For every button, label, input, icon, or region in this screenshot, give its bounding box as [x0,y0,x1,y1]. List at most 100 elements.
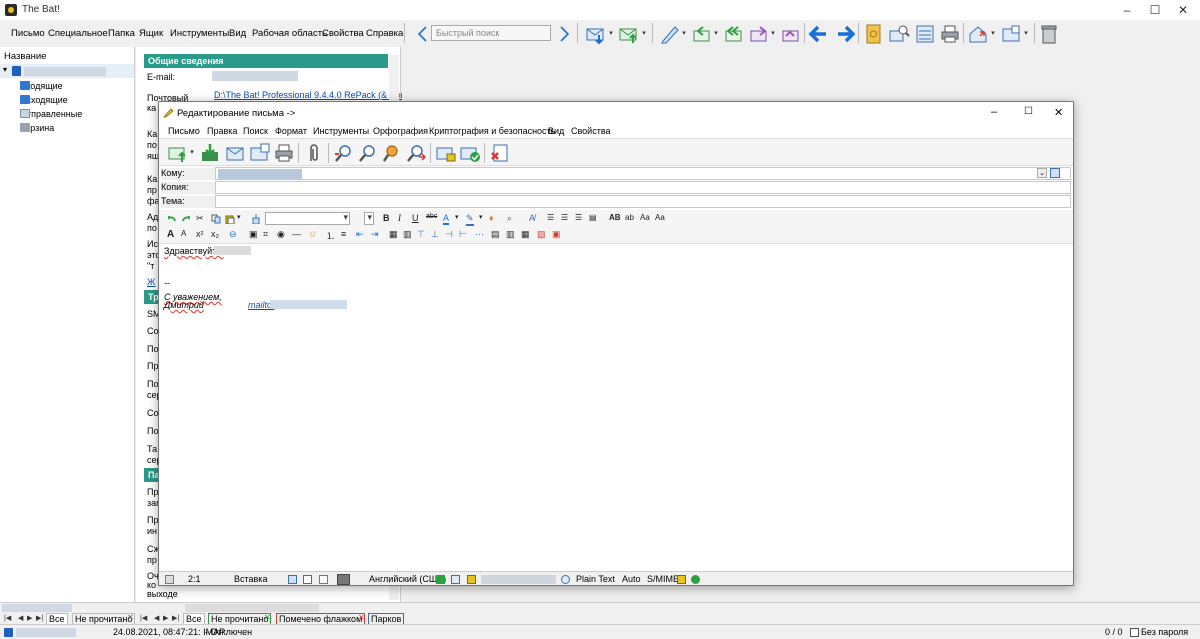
maximize-button[interactable]: ☐ [1140,2,1170,18]
move-to-folder-icon[interactable] [1000,23,1022,45]
left-scrollbar-redacted[interactable] [2,604,72,612]
font-color-dropdown-icon[interactable]: ▾ [455,213,459,221]
folder-home-icon[interactable] [967,23,989,45]
move-folder-dropdown-icon[interactable]: ▾ [1022,23,1030,45]
editor-menu-edit[interactable]: Правка [207,126,237,136]
insert-quote-icon[interactable] [333,142,355,164]
next-message-arrow-icon[interactable] [834,23,856,45]
spell-options-icon[interactable] [319,575,328,584]
italic-button[interactable]: I [398,213,401,223]
previous-message-arrow-icon[interactable] [808,23,830,45]
text-mode-icon[interactable] [288,575,297,584]
zoom-icon[interactable]: ⌕ [507,213,512,224]
receive-dropdown-icon[interactable]: ▾ [607,23,615,45]
tab-last-arrow-icon[interactable]: ▶| [172,614,179,622]
message-list-icon[interactable] [914,23,936,45]
reply-dropdown-icon[interactable]: ▾ [712,23,720,45]
menu-workspace[interactable]: Рабочая область [252,28,327,39]
delete-table-icon[interactable]: ▧ [537,229,546,240]
outdent-icon[interactable]: ⇤ [356,229,364,240]
numbered-list-icon[interactable]: ⒈ [326,229,335,242]
insert-row-above-icon[interactable]: ⊤ [417,229,425,240]
save-to-outbox-icon[interactable] [199,142,221,164]
print-icon[interactable] [939,23,961,45]
info-link[interactable]: Ж [147,277,155,287]
insert-table-icon[interactable]: ▦ [389,229,398,240]
quick-search-input[interactable]: Быстрый поиск [431,25,551,41]
auto-codepage[interactable]: Auto [622,574,641,584]
html-mode-icon[interactable] [303,575,312,584]
crop-icon[interactable]: ⌗ [263,229,268,240]
split-cell-icon[interactable]: ▥ [506,229,515,240]
editor-menu-tools[interactable]: Инструменты [313,126,369,136]
copy-icon[interactable] [211,214,221,224]
horizontal-line-icon[interactable]: — [292,229,301,239]
editor-close-button[interactable]: ✕ [1054,106,1063,119]
account-row[interactable]: ▾ [0,64,134,78]
find-message-icon[interactable] [888,23,910,45]
tab-next-arrow-icon[interactable]: ▶ [27,614,32,622]
find-next-icon[interactable] [405,142,427,164]
sign-letter-icon[interactable] [459,142,481,164]
mid-scrollbar[interactable] [185,604,319,612]
menu-special[interactable]: Специальное [48,28,108,39]
editor-menu-crypto[interactable]: Криптография и безопасность [429,126,555,136]
highlight-dropdown-icon[interactable]: ▾ [479,213,483,221]
justify-icon[interactable]: ▤ [589,213,597,222]
tab-first-arrow-icon[interactable]: |◀ [4,614,11,622]
editor-menu-format[interactable]: Формат [275,126,307,136]
send-mail-icon[interactable] [618,23,640,45]
insert-picture-icon[interactable]: ▣ [249,229,258,240]
editor-maximize-button[interactable]: ☐ [1024,106,1033,117]
merge-cells-icon[interactable]: ▤ [491,229,500,240]
insert-object-icon[interactable]: ◉ [277,229,285,240]
address-book-icon[interactable] [862,23,884,45]
folder-inbox[interactable]: Входящие [20,81,63,91]
address-book-icon[interactable] [1050,168,1060,178]
reply-icon[interactable] [691,23,713,45]
folder-sent[interactable]: Отправленные [20,109,82,119]
save-draft-icon[interactable] [249,142,271,164]
receive-mail-icon[interactable] [585,23,607,45]
trash-icon[interactable] [1038,23,1060,45]
folder-outbox[interactable]: Исходящие [20,95,68,105]
to-field[interactable] [215,167,1071,180]
clear-format-icon[interactable]: A̸ [529,213,535,223]
close-button[interactable]: ✕ [1168,2,1198,18]
table-properties-icon[interactable]: ▥ [403,229,412,240]
shrink-font-icon[interactable]: A [181,229,186,238]
paste-dropdown-icon[interactable]: ▾ [237,213,241,221]
encrypt-letter-icon[interactable] [435,142,457,164]
send-dropdown-icon[interactable]: ▾ [640,23,648,45]
cc-field[interactable] [215,181,1071,194]
globe-status-icon[interactable] [561,575,570,584]
close-tab-icon[interactable]: ✕ [127,613,134,622]
close-tab-icon[interactable]: ✕ [264,613,271,622]
superscript-icon[interactable]: x² [196,229,204,239]
sentence-case-icon[interactable]: Aa [640,213,650,222]
spellcheck-toggle-icon[interactable] [337,574,350,585]
uppercase-icon[interactable]: AB [609,213,621,222]
bullet-list-icon[interactable]: ≡ [341,229,346,239]
delete-cell-icon[interactable]: ▣ [552,229,561,240]
tab-last-arrow-icon[interactable]: ▶| [36,614,43,622]
message-body-editor[interactable]: Здравствуйте, -- С уважением, Дмитрий ma… [159,244,1073,571]
indent-icon[interactable]: ⇥ [371,229,379,240]
forward-dropdown-icon[interactable]: ▾ [769,23,777,45]
cell-props-icon[interactable]: ▦ [521,229,530,240]
discard-letter-icon[interactable] [489,142,511,164]
insert-smiley-icon[interactable]: ☺ [308,229,317,239]
font-size-select[interactable] [364,212,374,225]
bold-button[interactable]: B [383,213,390,223]
editor-menu-search[interactable]: Поиск [243,126,268,136]
reply-all-icon[interactable] [723,23,745,45]
editor-menu-view[interactable]: Вид [548,126,564,136]
menu-letter[interactable]: Письмо [11,28,45,39]
undo-icon[interactable] [167,214,177,224]
subscript-icon[interactable]: x₂ [211,229,219,239]
sign-status-icon[interactable] [691,575,700,584]
format-painter-icon[interactable]: ♦ [489,213,494,223]
menu-folder[interactable]: Папка [108,28,135,39]
menu-tools[interactable]: Инструменты [170,28,229,39]
insert-row-below-icon[interactable]: ⊥ [431,229,439,240]
